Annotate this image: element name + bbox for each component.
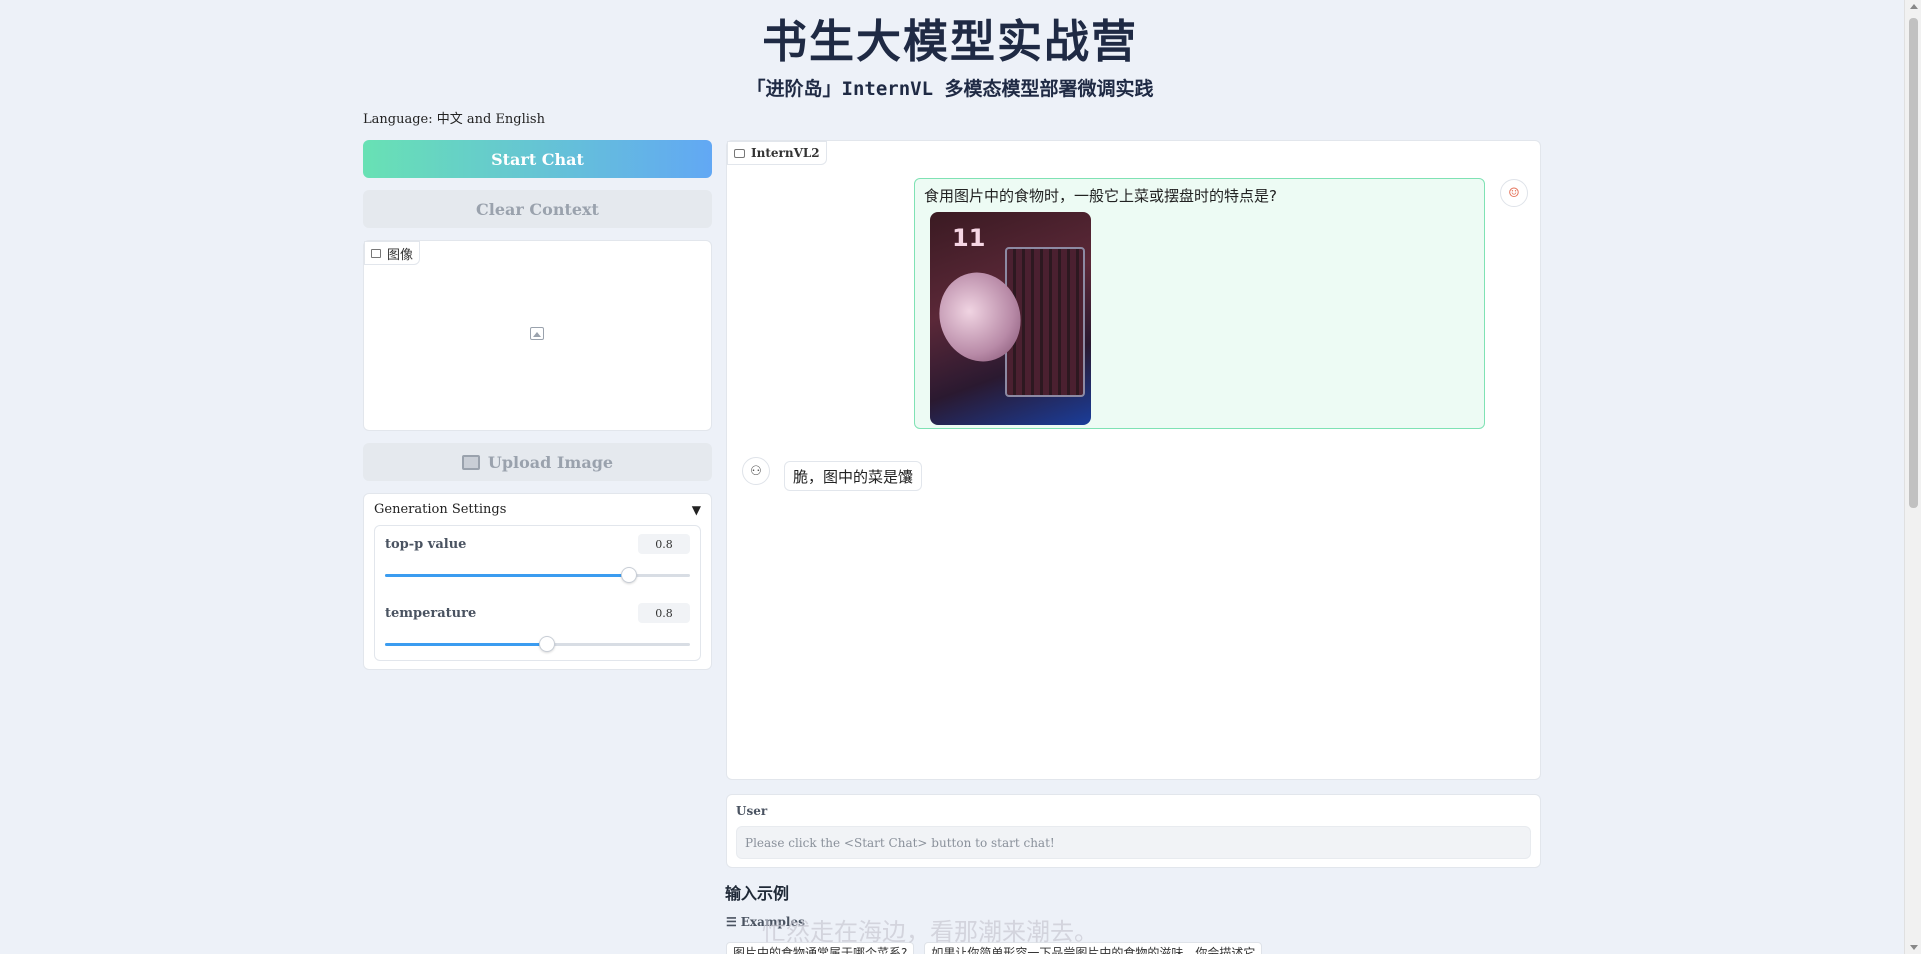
- slider-row-top-p: top-p value 0.8: [385, 534, 690, 554]
- image-tag: 图像: [364, 241, 421, 265]
- page-scrollbar[interactable]: [1904, 0, 1921, 954]
- slider-row-temperature: temperature 0.8: [385, 603, 690, 623]
- user-message: 食用图片中的食物时，一般它上菜或摆盘时的特点是? 11: [914, 178, 1485, 429]
- list-icon: ☰: [726, 915, 737, 929]
- slider-handle[interactable]: [538, 636, 555, 652]
- food-photo: 11: [930, 212, 1091, 425]
- video-subtitle-overlay: 忙然走在海边，看那潮来潮去。: [762, 918, 1098, 946]
- upload-image-button[interactable]: Upload Image: [363, 443, 712, 481]
- slider-label: temperature: [385, 605, 477, 621]
- slider-fill: [385, 643, 547, 646]
- slider-handle[interactable]: [621, 567, 637, 583]
- slider-fill: [385, 574, 629, 577]
- left-panel: Start Chat Clear Context 图像 Upload Image…: [363, 140, 712, 670]
- bot-avatar-icon: ⚇: [742, 457, 770, 485]
- top-p-number-input[interactable]: 0.8: [638, 534, 690, 554]
- image-icon: [371, 248, 381, 258]
- scrollbar-thumb[interactable]: [1909, 18, 1918, 508]
- temperature-slider[interactable]: [385, 636, 690, 652]
- user-input-panel: User Please click the <Start Chat> butto…: [726, 794, 1541, 868]
- language-note: Language: 中文 and English: [363, 112, 545, 127]
- top-p-slider[interactable]: [385, 567, 690, 583]
- page-title: 书生大模型实战营: [761, 15, 1138, 68]
- start-chat-button[interactable]: Start Chat: [363, 140, 712, 178]
- clear-context-button[interactable]: Clear Context: [363, 190, 712, 228]
- temperature-number-input[interactable]: 0.8: [638, 603, 690, 623]
- generation-settings: Generation Settings ▼ top-p value 0.8 te…: [363, 493, 712, 670]
- image-placeholder-icon: [530, 327, 544, 340]
- slider-label: top-p value: [385, 536, 467, 552]
- collapse-triangle-icon[interactable]: ▼: [692, 503, 701, 517]
- chatbot-tag-label: InternVL2: [751, 146, 820, 160]
- bot-message: 脆，图中的菜是馕: [784, 461, 923, 491]
- upload-image-icon: [461, 454, 480, 470]
- user-avatar-icon: ☺: [1500, 179, 1528, 207]
- user-message-text: 食用图片中的食物时，一般它上菜或摆盘时的特点是?: [924, 187, 1277, 205]
- slider-group: top-p value 0.8 temperature 0.8: [374, 525, 701, 661]
- image-tag-label: 图像: [387, 247, 414, 263]
- scroll-up-arrow-icon[interactable]: [1910, 4, 1918, 9]
- image-dropzone[interactable]: 图像: [363, 240, 712, 431]
- scroll-down-arrow-icon[interactable]: [1910, 945, 1918, 950]
- page-header: 书生大模型实战营 「进阶岛」InternVL 多模态模型部署微调实践: [0, 14, 1900, 101]
- generation-settings-header[interactable]: Generation Settings ▼: [374, 502, 701, 517]
- chatbot-tag: InternVL2: [727, 141, 827, 165]
- user-input-textarea[interactable]: Please click the <Start Chat> button to …: [736, 826, 1531, 859]
- generation-settings-title: Generation Settings: [374, 502, 507, 517]
- chat-icon: [734, 148, 745, 158]
- examples-title: 输入示例: [725, 884, 790, 903]
- page-subtitle: 「进阶岛」InternVL 多模态模型部署微调实践: [746, 78, 1154, 100]
- chatbot-panel[interactable]: InternVL2 食用图片中的食物时，一般它上菜或摆盘时的特点是? 11 ☺ …: [726, 140, 1541, 780]
- upload-image-label: Upload Image: [487, 452, 614, 472]
- user-input-label: User: [736, 804, 768, 818]
- table-number: 11: [952, 224, 986, 252]
